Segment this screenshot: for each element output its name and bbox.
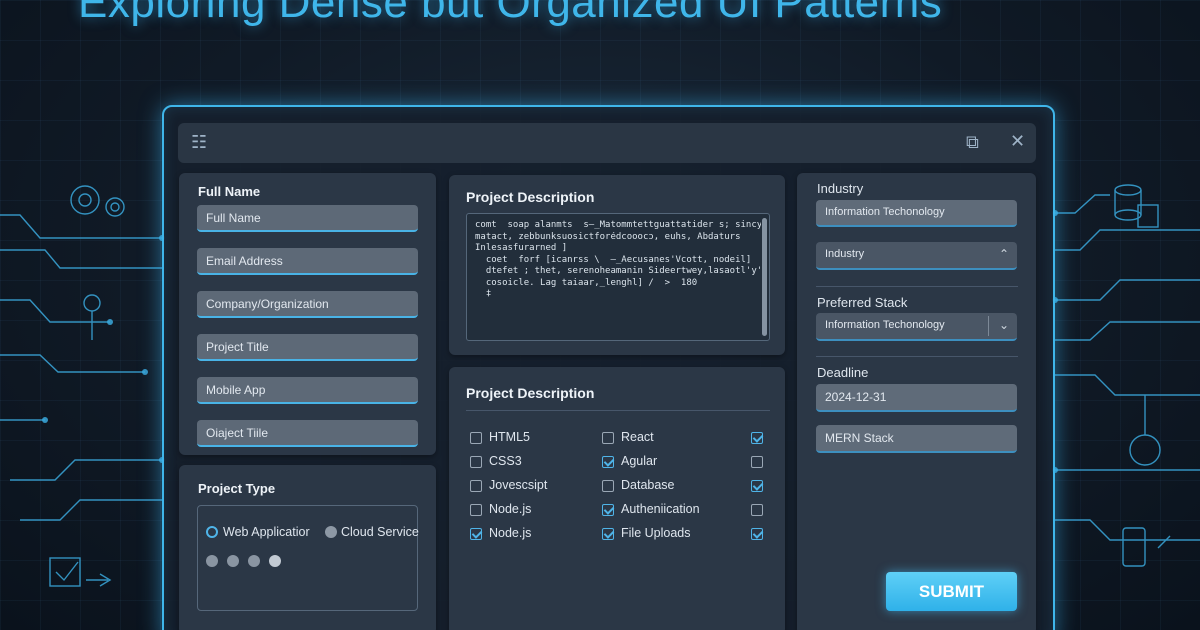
checkbox[interactable]: [470, 528, 482, 540]
description-label: Project Description: [466, 189, 595, 205]
lock-icon: ☷: [191, 132, 208, 152]
description-textarea[interactable]: comt soap alanmts s—_Matommtettguattatid…: [466, 213, 770, 341]
full-name-field[interactable]: Full Name: [197, 205, 418, 232]
checkbox[interactable]: [751, 456, 763, 468]
checkbox-label: File Uploads: [621, 526, 691, 540]
pagination-dot: [248, 555, 260, 567]
code-line: dtefet ; thet, serenoheamanin Sideertwey…: [475, 266, 761, 276]
radio-cloud-service[interactable]: [325, 526, 337, 538]
cloud-service-label: Cloud Service: [341, 525, 419, 539]
code-line: comt soap alanmts s—_Matommtettguattatid…: [475, 220, 761, 230]
checkbox[interactable]: [470, 456, 482, 468]
code-line: coet forf [icanrss \ —_Aecusanes'Vcott, …: [475, 254, 752, 265]
object-title-field[interactable]: Oiaject Tiile: [197, 420, 418, 447]
code-line: matact, zebbunksuosictforédcooocɔ, euhs,…: [475, 231, 741, 242]
divider: [816, 286, 1018, 287]
checkbox[interactable]: [751, 480, 763, 492]
select-separator: [988, 316, 989, 336]
deadline-field[interactable]: 2024-12-31: [816, 384, 1017, 412]
company-field[interactable]: Company/Organization: [197, 291, 418, 318]
checkbox[interactable]: [602, 480, 614, 492]
checkbox[interactable]: [470, 432, 482, 444]
checkbox[interactable]: [602, 432, 614, 444]
code-line: Inlesasfurarned ]: [475, 243, 568, 253]
stack-field[interactable]: MERN Stack: [816, 425, 1017, 453]
divider: [466, 410, 770, 411]
submit-button[interactable]: SUBMIT: [886, 572, 1017, 611]
stack-label: Project Description: [466, 385, 595, 401]
checkbox-label: HTML5: [489, 430, 530, 444]
checkbox-label: Database: [621, 478, 675, 492]
checkbox[interactable]: [751, 432, 763, 444]
email-field[interactable]: Email Address: [197, 248, 418, 275]
checkbox-label: CSS3: [489, 454, 522, 468]
checkbox[interactable]: [751, 528, 763, 540]
checkbox[interactable]: [602, 528, 614, 540]
deadline-label: Deadline: [817, 365, 869, 380]
checkbox[interactable]: [602, 456, 614, 468]
checkbox-label: Jovescsipt: [489, 478, 548, 492]
checkbox-label: Node.js: [489, 526, 532, 540]
industry-select[interactable]: Industry ⌃: [816, 242, 1017, 270]
full-name-label: Full Name: [198, 184, 261, 199]
checkbox[interactable]: [602, 504, 614, 516]
web-application-label: Web Applicatior: [223, 525, 310, 539]
project-type-label: Project Type: [198, 481, 276, 496]
project-title-field[interactable]: Project Title: [197, 334, 418, 361]
pagination-dot-active: [269, 555, 281, 567]
radio-web-application[interactable]: [206, 526, 218, 538]
chevron-down-icon: ⌄: [998, 318, 1009, 332]
close-icon[interactable]: ✕: [1010, 132, 1025, 150]
industry-select-value: Industry: [825, 248, 865, 260]
divider: [816, 356, 1018, 357]
textarea-scrollbar[interactable]: [762, 218, 767, 336]
industry-field[interactable]: Information Techonology: [816, 200, 1017, 227]
pagination-dot: [227, 555, 239, 567]
code-line: ‡: [475, 289, 492, 299]
window-titlebar: ☷ ⧉ ✕: [178, 123, 1036, 163]
preferred-stack-select[interactable]: Information Techonology ⌄: [816, 313, 1017, 341]
checkbox[interactable]: [751, 504, 763, 516]
preferred-stack-value: Information Techonology: [825, 319, 945, 331]
popout-icon[interactable]: ⧉: [966, 133, 979, 151]
checkbox-label: Autheniication: [621, 502, 700, 516]
industry-label: Industry: [817, 181, 864, 196]
checkbox-label: Agular: [621, 454, 658, 468]
checkbox-label: React: [621, 430, 654, 444]
mobile-app-field[interactable]: Mobile App: [197, 377, 418, 404]
page-headline: Exploring Dense but Organized UI Pattern…: [78, 0, 943, 27]
code-line: cosoicle. Lag taiaar,_lenghl] / > 180: [475, 277, 698, 288]
preferred-stack-label: Preferred Stack: [817, 295, 908, 310]
chevron-up-icon: ⌃: [998, 247, 1009, 261]
checkbox[interactable]: [470, 480, 482, 492]
pagination-dot: [206, 555, 218, 567]
checkbox-label: Node.js: [489, 502, 532, 516]
stack-panel: [449, 367, 785, 630]
checkbox[interactable]: [470, 504, 482, 516]
